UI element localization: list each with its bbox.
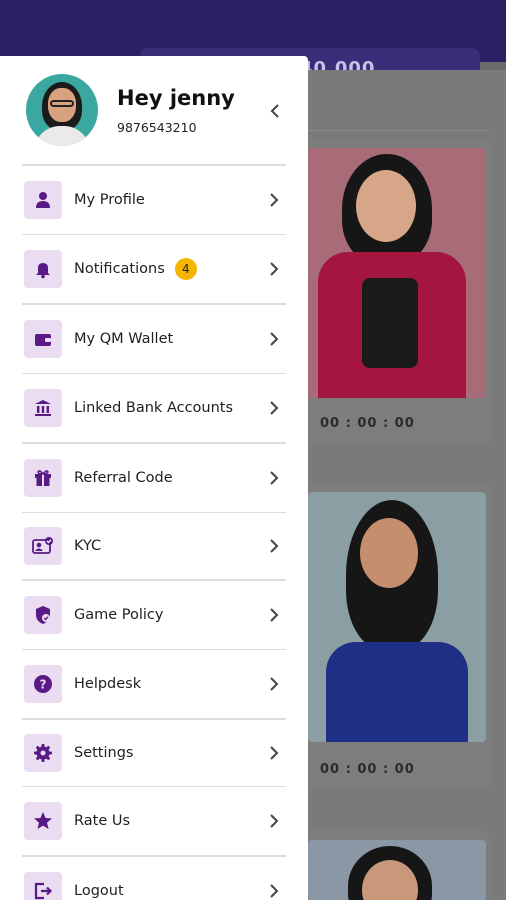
- menu-item-helpdesk[interactable]: ? Helpdesk: [0, 650, 308, 718]
- menu-item-label: Helpdesk: [74, 676, 142, 692]
- menu-item-settings[interactable]: Settings: [0, 720, 308, 786]
- chevron-right-icon: [266, 607, 282, 623]
- chevron-right-icon: [266, 192, 282, 208]
- wallet-icon: [24, 319, 62, 358]
- countdown-timer: 00 : 00 : 00: [320, 762, 415, 777]
- user-phone: 9876543210: [117, 120, 197, 135]
- countdown-timer: 00 : 00 : 00: [320, 416, 415, 431]
- chevron-right-icon: [266, 261, 282, 277]
- menu-item-logout[interactable]: Logout: [0, 857, 308, 900]
- contest-card[interactable]: [300, 830, 490, 900]
- close-drawer-button[interactable]: [262, 98, 288, 124]
- help-icon: ?: [24, 665, 62, 703]
- menu-item-label: Referral Code: [74, 469, 173, 486]
- menu-item-label: My QM Wallet: [74, 330, 174, 347]
- menu-item-label: KYC: [74, 538, 102, 554]
- card-image: [308, 492, 486, 742]
- chevron-right-icon: [266, 470, 282, 486]
- card-image: [308, 840, 486, 900]
- menu-item-label: My Profile: [74, 191, 145, 208]
- avatar[interactable]: [26, 74, 98, 146]
- menu-item-referral-code[interactable]: Referral Code: [0, 444, 308, 512]
- menu-item-label: Notifications: [74, 261, 165, 277]
- chevron-right-icon: [266, 676, 282, 692]
- menu-item-label: Game Policy: [74, 606, 164, 623]
- id-card-icon: [24, 527, 62, 565]
- divider: [300, 130, 490, 131]
- chevron-right-icon: [266, 538, 282, 554]
- contest-card[interactable]: 00 : 00 : 00: [300, 482, 490, 790]
- menu-item-kyc[interactable]: KYC: [0, 513, 308, 579]
- card-image: [308, 148, 486, 398]
- chevron-left-icon: [270, 104, 279, 118]
- shield-icon: [24, 595, 62, 634]
- menu-item-label: Settings: [74, 744, 134, 761]
- logout-icon: [24, 871, 62, 900]
- user-icon: [24, 180, 62, 219]
- chevron-right-icon: [266, 400, 282, 416]
- user-greeting: Hey jenny: [117, 86, 235, 110]
- menu-item-notifications[interactable]: Notifications 4: [0, 235, 308, 303]
- chevron-right-icon: [266, 745, 282, 761]
- chevron-right-icon: [266, 813, 282, 829]
- menu-item-wallet[interactable]: My QM Wallet: [0, 305, 308, 373]
- menu-item-label: Rate Us: [74, 813, 131, 829]
- star-icon: [24, 802, 62, 840]
- contest-card[interactable]: 00 : 00 : 00: [300, 138, 490, 446]
- menu-item-label: Linked Bank Accounts: [74, 400, 234, 416]
- menu-item-linked-bank-accounts[interactable]: Linked Bank Accounts: [0, 374, 308, 442]
- profile-header: Hey jenny 9876543210: [0, 56, 308, 164]
- chevron-right-icon: [266, 883, 282, 899]
- bell-icon: [24, 250, 62, 288]
- svg-text:?: ?: [40, 678, 47, 692]
- gear-icon: [24, 733, 62, 772]
- menu-item-game-policy[interactable]: Game Policy: [0, 581, 308, 649]
- navigation-drawer: Hey jenny 9876543210 My Profile Notifica…: [0, 56, 308, 900]
- gift-icon: [24, 458, 62, 497]
- menu-item-rate-us[interactable]: Rate Us: [0, 787, 308, 855]
- chevron-right-icon: [266, 331, 282, 347]
- notification-count-badge: 4: [174, 258, 197, 280]
- menu-item-label: Logout: [74, 882, 124, 899]
- drawer-menu: My Profile Notifications 4 My QM Wallet L…: [0, 164, 308, 900]
- bank-icon: [24, 389, 62, 427]
- menu-item-my-profile[interactable]: My Profile: [0, 166, 308, 234]
